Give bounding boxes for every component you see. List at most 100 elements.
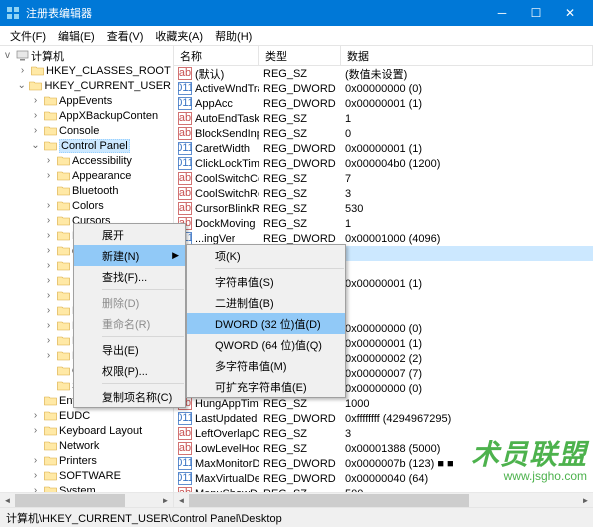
menu-view[interactable]: 查看(V) [101,26,150,46]
list-row[interactable]: 011AppAccREG_DWORD0x00000001 (1) [174,96,593,111]
list-row[interactable]: ab(默认)REG_SZ(数值未设置) [174,66,593,81]
svg-text:011: 011 [178,457,192,469]
chevron-right-icon[interactable]: › [43,170,54,181]
chevron-right-icon[interactable]: › [30,110,41,121]
tree-item[interactable]: ⌄HKEY_CURRENT_USER [0,78,173,93]
menu-item[interactable]: DWORD (32 位)值(D) [187,313,345,334]
chevron-right-icon[interactable]: › [43,215,54,226]
tree-item[interactable]: ›Accessibility [0,153,173,168]
close-button[interactable]: ✕ [553,0,587,26]
value-icon: ab [178,427,192,440]
tree-root[interactable]: v 计算机 [0,48,173,63]
chevron-right-icon[interactable]: › [43,305,54,316]
list-row[interactable]: 011ActiveWndTra...REG_DWORD0x00000000 (0… [174,81,593,96]
chevron-right-icon[interactable]: › [43,335,54,346]
chevron-down-icon[interactable]: v [2,50,13,61]
tree-item[interactable]: ›SOFTWARE [0,468,173,483]
list-row[interactable]: abCoolSwitchRowsREG_SZ3 [174,186,593,201]
menu-item-label: 新建(N) [102,248,139,264]
menu-item[interactable]: 项(K) [187,245,345,266]
menu-item[interactable]: 字符串值(S) [187,271,345,292]
scroll-right-icon[interactable]: ► [158,493,173,508]
chevron-right-icon[interactable]: › [30,470,41,481]
scroll-left-icon[interactable]: ◄ [0,493,15,508]
menu-item[interactable]: 新建(N)▶ [74,245,185,266]
list-row[interactable]: 011ClickLockTimeREG_DWORD0x000004b0 (120… [174,156,593,171]
folder-icon [56,260,70,272]
value-icon: ab [178,172,192,185]
chevron-right-icon[interactable]: › [30,425,41,436]
menu-item[interactable]: 查找(F)... [74,266,185,287]
tree-item[interactable]: ›Keyboard Layout [0,423,173,438]
chevron-down-icon[interactable]: ⌄ [16,80,27,91]
menu-item[interactable]: QWORD (64 位)值(Q) [187,334,345,355]
scroll-right-icon[interactable]: ► [578,493,593,508]
list-hscrollbar[interactable]: ◄ ► [174,492,593,507]
chevron-right-icon[interactable]: › [43,275,54,286]
maximize-button[interactable]: ☐ [519,0,553,26]
tree-item[interactable]: ›AppEvents [0,93,173,108]
list-row[interactable]: abCoolSwitchCol...REG_SZ7 [174,171,593,186]
list-row[interactable]: 011CaretWidthREG_DWORD0x00000001 (1) [174,141,593,156]
tree-item[interactable]: Bluetooth [0,183,173,198]
menu-item[interactable]: 权限(P)... [74,360,185,381]
tree-item[interactable]: ›Appearance [0,168,173,183]
tree-item[interactable]: ›EUDC [0,408,173,423]
menu-item[interactable]: 导出(E) [74,339,185,360]
folder-icon [43,425,57,437]
chevron-right-icon[interactable]: › [43,245,54,256]
chevron-right-icon[interactable]: › [30,455,41,466]
chevron-right-icon[interactable]: › [43,200,54,211]
tree-item[interactable]: › HKEY_CLASSES_ROOT [0,63,173,78]
tree-hscrollbar[interactable]: ◄ ► [0,492,173,507]
value-icon: ab [178,187,192,200]
chevron-down-icon[interactable]: ⌄ [30,140,41,151]
menu-item[interactable]: 可扩充字符串值(E) [187,376,345,397]
list-row[interactable]: abLeftOverlapCh...REG_SZ3 [174,426,593,441]
svg-text:ab: ab [179,127,191,139]
col-name[interactable]: 名称 [174,46,259,65]
list-row[interactable]: abDockMovingREG_SZ1 [174,216,593,231]
menu-edit[interactable]: 编辑(E) [52,26,101,46]
list-row[interactable]: 011LastUpdatedREG_DWORD0xffffffff (42949… [174,411,593,426]
chevron-right-icon[interactable]: › [30,410,41,421]
chevron-right-icon[interactable]: › [43,155,54,166]
menu-item[interactable]: 二进制值(B) [187,292,345,313]
tree-item[interactable]: ⌄Control Panel [0,138,173,153]
list-row[interactable]: abCursorBlinkRateREG_SZ530 [174,201,593,216]
value-name: AutoEndTasks [195,113,259,125]
tree-item[interactable]: ›Colors [0,198,173,213]
chevron-right-icon[interactable]: › [43,320,54,331]
scroll-left-icon[interactable]: ◄ [174,493,189,508]
tree-item[interactable]: ›Console [0,123,173,138]
chevron-right-icon[interactable]: › [43,350,54,361]
menu-help[interactable]: 帮助(H) [209,26,258,46]
folder-icon [43,125,57,137]
list-row[interactable]: abBlockSendInp...REG_SZ0 [174,126,593,141]
menu-item[interactable]: 展开 [74,224,185,245]
tree-item[interactable]: ›AppXBackupConten [0,108,173,123]
tree-item[interactable]: Network [0,438,173,453]
value-type: REG_SZ [263,428,307,440]
menu-item[interactable]: 复制项名称(C) [74,386,185,407]
chevron-right-icon[interactable]: › [43,290,54,301]
list-row[interactable]: abHungAppTime...REG_SZ1000 [174,396,593,411]
chevron-right-icon[interactable]: › [17,65,28,76]
chevron-right-icon[interactable]: › [30,95,41,106]
chevron-right-icon[interactable]: › [30,125,41,136]
list-row[interactable]: 011MaxMonitorDi...REG_DWORD0x0000007b (1… [174,456,593,471]
menu-item[interactable]: 多字符串值(M) [187,355,345,376]
tree-item[interactable]: ›Printers [0,453,173,468]
list-row[interactable]: abLowLevelHook...REG_SZ0x00001388 (5000) [174,441,593,456]
chevron-right-icon[interactable]: › [43,260,54,271]
chevron-right-icon[interactable]: › [43,230,54,241]
list-row[interactable]: abAutoEndTasksREG_SZ1 [174,111,593,126]
menu-favorites[interactable]: 收藏夹(A) [149,26,209,46]
menu-file[interactable]: 文件(F) [4,26,52,46]
value-name: CoolSwitchRows [195,188,259,200]
tree-item-label: HKEY_CLASSES_ROOT [46,65,171,77]
col-data[interactable]: 数据 [341,46,593,65]
minimize-button[interactable]: ─ [485,0,519,26]
col-type[interactable]: 类型 [259,46,341,65]
list-row[interactable]: 011MaxVirtualDes...REG_DWORD0x00000040 (… [174,471,593,486]
